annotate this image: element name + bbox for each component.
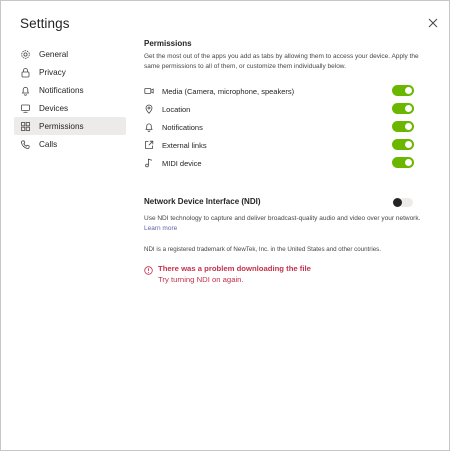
media-toggle[interactable] [392, 85, 414, 96]
gear-icon [20, 49, 31, 60]
music-note-icon [144, 158, 154, 168]
close-icon[interactable] [426, 16, 440, 30]
sidebar-item-label: Notifications [39, 85, 84, 95]
permission-label: External links [162, 140, 207, 150]
external-link-icon [144, 140, 154, 150]
ndi-section: Network Device Interface (NDI) Use NDI t… [144, 197, 424, 284]
sidebar-item-label: Devices [39, 103, 69, 113]
error-title: There was a problem downloading the file [158, 264, 311, 273]
ndi-heading: Network Device Interface (NDI) [144, 197, 261, 206]
dialog-title: Settings [20, 16, 70, 31]
location-toggle[interactable] [392, 103, 414, 114]
ndi-description: Use NDI technology to capture and delive… [144, 214, 424, 233]
external-links-toggle[interactable] [392, 139, 414, 150]
sidebar-item-label: Privacy [39, 67, 66, 77]
permission-row-external-links: External links [144, 136, 424, 154]
notifications-toggle[interactable] [392, 121, 414, 132]
permission-label: Media (Camera, microphone, speakers) [162, 86, 295, 96]
sidebar-item-label: Permissions [39, 121, 84, 131]
toggle-knob [405, 87, 412, 94]
sidebar-item-general[interactable]: General [14, 45, 126, 63]
bell-icon [20, 85, 31, 96]
midi-device-toggle[interactable] [392, 157, 414, 168]
permission-row-notifications: Notifications [144, 118, 424, 136]
permission-label: Notifications [162, 122, 203, 132]
camera-icon [144, 86, 154, 96]
permissions-list: Media (Camera, microphone, speakers) Loc… [144, 82, 424, 172]
ndi-header: Network Device Interface (NDI) [144, 197, 424, 208]
apps-grid-icon [20, 121, 31, 132]
sidebar-item-calls[interactable]: Calls [14, 135, 126, 153]
ndi-trademark-note: NDI is a registered trademark of NewTek,… [144, 246, 381, 253]
toggle-knob [405, 141, 412, 148]
location-pin-icon [144, 104, 154, 114]
devices-icon [20, 103, 31, 114]
permissions-description: Get the most out of the apps you add as … [144, 53, 419, 70]
toggle-knob [405, 123, 412, 130]
permission-label: MIDI device [162, 158, 202, 168]
error-subtitle: Try turning NDI on again. [158, 275, 244, 284]
permission-row-location: Location [144, 100, 424, 118]
permission-row-midi-device: MIDI device [144, 154, 424, 172]
bell-icon [144, 122, 154, 132]
settings-sidebar: General Privacy Notifications Devices Pe… [14, 45, 126, 153]
sidebar-item-permissions[interactable]: Permissions [14, 117, 126, 135]
lock-icon [20, 67, 31, 78]
toggle-knob [405, 159, 412, 166]
toggle-knob [393, 198, 402, 207]
error-circle-icon [144, 266, 153, 275]
permission-row-media: Media (Camera, microphone, speakers) [144, 82, 424, 100]
settings-dialog: Settings General Privacy Notifications D… [0, 0, 450, 451]
permission-label: Location [162, 104, 191, 114]
sidebar-item-label: General [39, 49, 69, 59]
learn-more-link[interactable]: Learn more [144, 225, 177, 232]
ndi-description-text: Use NDI technology to capture and delive… [144, 215, 421, 222]
sidebar-item-notifications[interactable]: Notifications [14, 81, 126, 99]
sidebar-item-label: Calls [39, 139, 58, 149]
sidebar-item-privacy[interactable]: Privacy [14, 63, 126, 81]
ndi-error-message: There was a problem downloading the file… [144, 264, 424, 284]
toggle-knob [405, 105, 412, 112]
ndi-toggle[interactable] [392, 197, 414, 208]
permissions-heading: Permissions [144, 39, 192, 48]
permissions-section: Permissions Get the most out of the apps… [144, 39, 424, 172]
phone-icon [20, 139, 31, 150]
sidebar-item-devices[interactable]: Devices [14, 99, 126, 117]
